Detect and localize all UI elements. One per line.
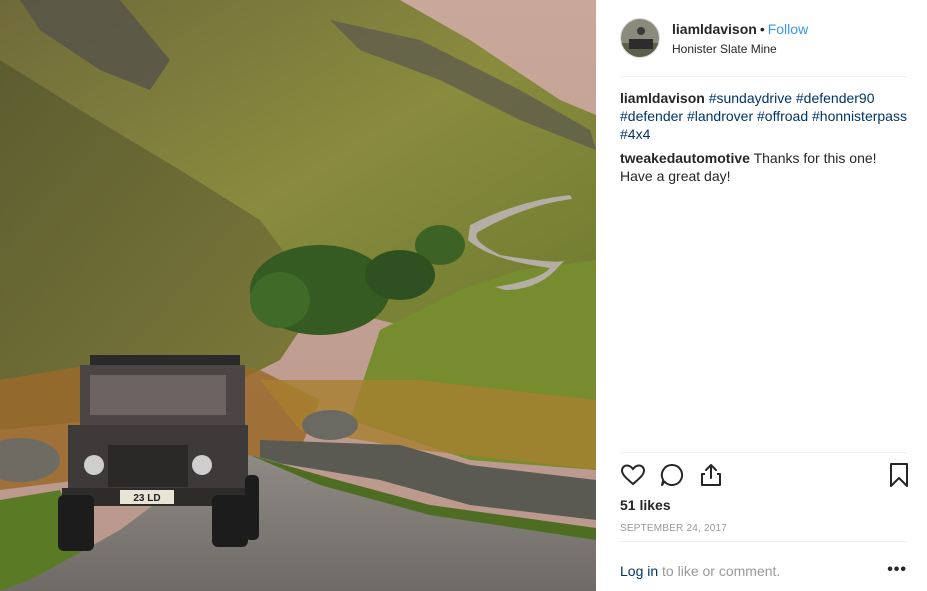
- post-date[interactable]: SEPTEMBER 24, 2017: [620, 523, 727, 534]
- post-username[interactable]: liamldavison: [672, 21, 757, 37]
- caption-comment: liamldavison #sundaydrive #defender90 #d…: [620, 89, 910, 143]
- hashtag[interactable]: #honnisterpass: [812, 108, 907, 124]
- avatar[interactable]: [620, 18, 660, 58]
- post-photo[interactable]: 23 LD: [0, 0, 596, 591]
- action-bar: [620, 462, 910, 488]
- actions-divider: [620, 452, 907, 453]
- share-icon[interactable]: [698, 462, 724, 488]
- separator-dot: •: [759, 20, 765, 37]
- hashtag[interactable]: #4x4: [620, 126, 650, 142]
- comment-icon[interactable]: [659, 462, 685, 488]
- hashtag[interactable]: #sundaydrive: [709, 90, 792, 106]
- license-plate-text: 23 LD: [133, 493, 160, 504]
- comment-username[interactable]: liamldavison: [620, 90, 705, 106]
- footer-divider: [620, 541, 907, 542]
- hashtag[interactable]: #defender90: [796, 90, 875, 106]
- post-details-panel: liamldavison • Follow Honister Slate Mine …: [596, 0, 927, 591]
- hashtag[interactable]: #offroad: [757, 108, 808, 124]
- more-options-icon[interactable]: •••: [887, 561, 907, 579]
- post-header: liamldavison • Follow Honister Slate Mine: [620, 16, 907, 60]
- header-divider: [620, 76, 907, 77]
- likes-count[interactable]: 51 likes: [620, 497, 671, 513]
- bookmark-icon[interactable]: [886, 462, 912, 488]
- hashtag[interactable]: #defender: [620, 108, 683, 124]
- post-location[interactable]: Honister Slate Mine: [672, 41, 808, 57]
- comment-username[interactable]: tweakedautomotive: [620, 150, 750, 166]
- login-prompt: to like or comment.: [658, 563, 781, 579]
- header-user-line: liamldavison • Follow: [672, 20, 808, 38]
- hashtag[interactable]: #landrover: [687, 108, 753, 124]
- comments-list: liamldavison #sundaydrive #defender90 #d…: [620, 89, 910, 191]
- login-link[interactable]: Log in: [620, 563, 658, 579]
- follow-button[interactable]: Follow: [768, 21, 808, 37]
- reply-comment: tweakedautomotive Thanks for this one! H…: [620, 149, 910, 185]
- header-text: liamldavison • Follow Honister Slate Mine: [672, 20, 808, 57]
- heart-icon[interactable]: [620, 462, 646, 488]
- login-footer: Log in to like or comment. •••: [620, 561, 907, 579]
